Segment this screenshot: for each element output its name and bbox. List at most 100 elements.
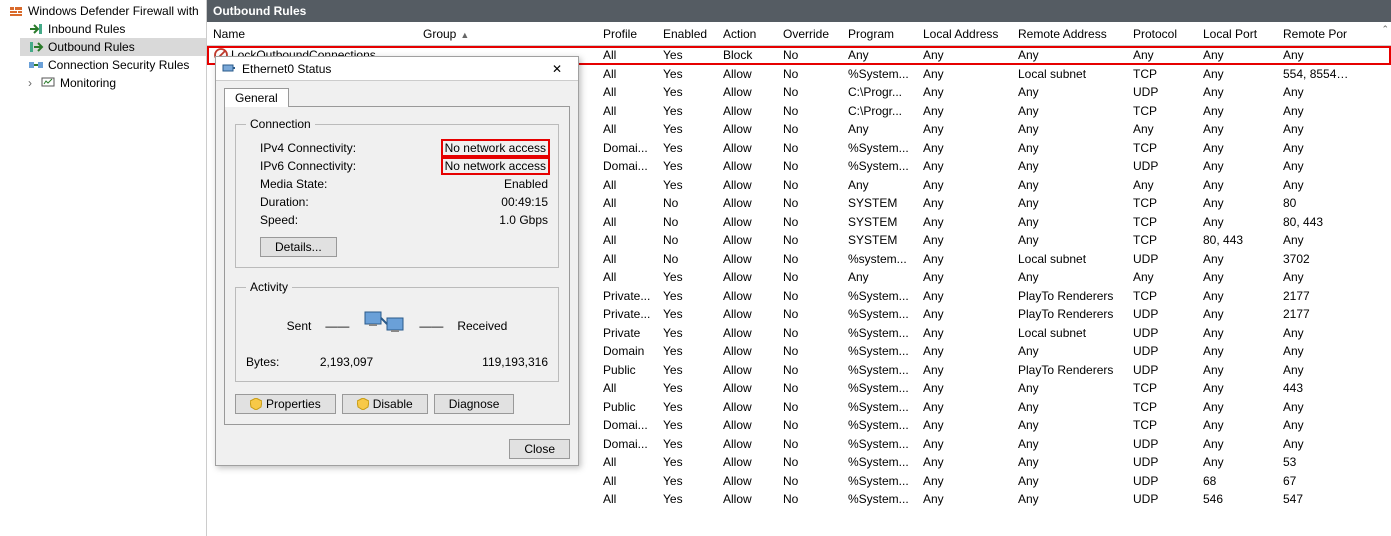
- tree-label: Monitoring: [60, 76, 116, 90]
- inbound-icon: [28, 21, 44, 37]
- cell-action: Allow: [717, 474, 777, 488]
- cell-program: %System...: [842, 437, 917, 451]
- cell-enabled: Yes: [657, 289, 717, 303]
- cell-enabled: Yes: [657, 400, 717, 414]
- cell-program: SYSTEM: [842, 215, 917, 229]
- col-override[interactable]: Override: [777, 27, 842, 41]
- close-icon[interactable]: ✕: [542, 62, 572, 76]
- cell-override: No: [777, 141, 842, 155]
- cell-program: Any: [842, 270, 917, 284]
- tree-item-csr[interactable]: Connection Security Rules: [20, 56, 206, 74]
- cell-override: No: [777, 159, 842, 173]
- col-localport[interactable]: Local Port: [1197, 27, 1277, 41]
- bytes-received: 119,193,316: [414, 355, 548, 369]
- cell-remoteport: 2177: [1277, 289, 1357, 303]
- firewall-icon: [8, 3, 24, 19]
- cell-override: No: [777, 492, 842, 506]
- cell-enabled: Yes: [657, 326, 717, 340]
- tree-item-outbound[interactable]: Outbound Rules: [20, 38, 206, 56]
- cell-localaddr: Any: [917, 141, 1012, 155]
- diagnose-button[interactable]: Diagnose: [434, 394, 515, 414]
- cell-remoteport: Any: [1277, 48, 1357, 62]
- cell-enabled: Yes: [657, 159, 717, 173]
- cell-enabled: Yes: [657, 270, 717, 284]
- cell-remoteaddr: Any: [1012, 418, 1127, 432]
- cell-enabled: Yes: [657, 85, 717, 99]
- cell-protocol: UDP: [1127, 437, 1197, 451]
- ipv6-value: No network access: [443, 159, 548, 173]
- nav-tree: Windows Defender Firewall with Inbound R…: [0, 0, 207, 536]
- tab-general[interactable]: General: [224, 88, 289, 107]
- close-button[interactable]: Close: [509, 439, 570, 459]
- cell-localaddr: Any: [917, 492, 1012, 506]
- cell-program: %System...: [842, 289, 917, 303]
- cell-protocol: TCP: [1127, 104, 1197, 118]
- cell-action: Allow: [717, 437, 777, 451]
- cell-enabled: Yes: [657, 344, 717, 358]
- chevron-right-icon[interactable]: ›: [28, 76, 40, 90]
- col-localaddr[interactable]: Local Address: [917, 27, 1012, 41]
- cell-localport: Any: [1197, 159, 1277, 173]
- cell-enabled: Yes: [657, 307, 717, 321]
- cell-program: %System...: [842, 141, 917, 155]
- cell-remoteport: Any: [1277, 141, 1357, 155]
- cell-action: Allow: [717, 344, 777, 358]
- network-adapter-icon: [222, 60, 236, 77]
- cell-protocol: UDP: [1127, 326, 1197, 340]
- col-name[interactable]: Name: [207, 27, 417, 41]
- table-row[interactable]: AllYesAllowNo%System...AnyAnyUDP546547: [207, 490, 1391, 509]
- col-program[interactable]: Program: [842, 27, 917, 41]
- cell-override: No: [777, 270, 842, 284]
- tab-strip: General: [216, 81, 578, 106]
- cell-program: C:\Progr...: [842, 85, 917, 99]
- col-enabled[interactable]: Enabled: [657, 27, 717, 41]
- col-protocol[interactable]: Protocol: [1127, 27, 1197, 41]
- cell-profile: Private: [597, 326, 657, 340]
- sent-label: Sent: [287, 319, 312, 333]
- col-group[interactable]: Group▲: [417, 27, 597, 41]
- details-button[interactable]: Details...: [260, 237, 337, 257]
- cell-remoteport: Any: [1277, 178, 1357, 192]
- cell-remoteaddr: Any: [1012, 437, 1127, 451]
- scroll-up-icon[interactable]: ⌃: [1381, 24, 1389, 35]
- cell-remoteaddr: Any: [1012, 455, 1127, 469]
- cell-localaddr: Any: [917, 122, 1012, 136]
- col-profile[interactable]: Profile: [597, 27, 657, 41]
- properties-button[interactable]: Properties: [235, 394, 336, 414]
- rules-panel: Outbound Rules ⌃ Name Group▲ Profile Ena…: [207, 0, 1391, 536]
- ipv4-label: IPv4 Connectivity:: [246, 141, 356, 155]
- tree-root[interactable]: Windows Defender Firewall with: [0, 2, 206, 20]
- cell-enabled: No: [657, 233, 717, 247]
- tree-item-inbound[interactable]: Inbound Rules: [20, 20, 206, 38]
- cell-action: Block: [717, 48, 777, 62]
- cell-action: Allow: [717, 159, 777, 173]
- cell-override: No: [777, 196, 842, 210]
- cell-remoteaddr: Any: [1012, 178, 1127, 192]
- cell-enabled: Yes: [657, 492, 717, 506]
- cell-profile: All: [597, 455, 657, 469]
- cell-program: %System...: [842, 400, 917, 414]
- table-row[interactable]: AllYesAllowNo%System...AnyAnyUDP6867: [207, 472, 1391, 491]
- tree-root-label: Windows Defender Firewall with: [28, 4, 199, 18]
- cell-protocol: UDP: [1127, 455, 1197, 469]
- cell-enabled: No: [657, 215, 717, 229]
- cell-program: %System...: [842, 474, 917, 488]
- disable-button[interactable]: Disable: [342, 394, 428, 414]
- col-remoteaddr[interactable]: Remote Address: [1012, 27, 1127, 41]
- tree-item-monitoring[interactable]: › Monitoring: [20, 74, 206, 92]
- cell-localport: Any: [1197, 289, 1277, 303]
- cell-action: Allow: [717, 252, 777, 266]
- cell-localport: 68: [1197, 474, 1277, 488]
- outbound-icon: [28, 39, 44, 55]
- cell-action: Allow: [717, 122, 777, 136]
- cell-remoteport: Any: [1277, 326, 1357, 340]
- dialog-titlebar[interactable]: Ethernet0 Status ✕: [216, 57, 578, 81]
- cell-protocol: TCP: [1127, 196, 1197, 210]
- cell-protocol: UDP: [1127, 492, 1197, 506]
- cell-profile: Domai...: [597, 437, 657, 451]
- col-action[interactable]: Action: [717, 27, 777, 41]
- col-remoteport[interactable]: Remote Por: [1277, 27, 1357, 41]
- cell-remoteport: 80: [1277, 196, 1357, 210]
- cell-action: Allow: [717, 141, 777, 155]
- cell-protocol: UDP: [1127, 344, 1197, 358]
